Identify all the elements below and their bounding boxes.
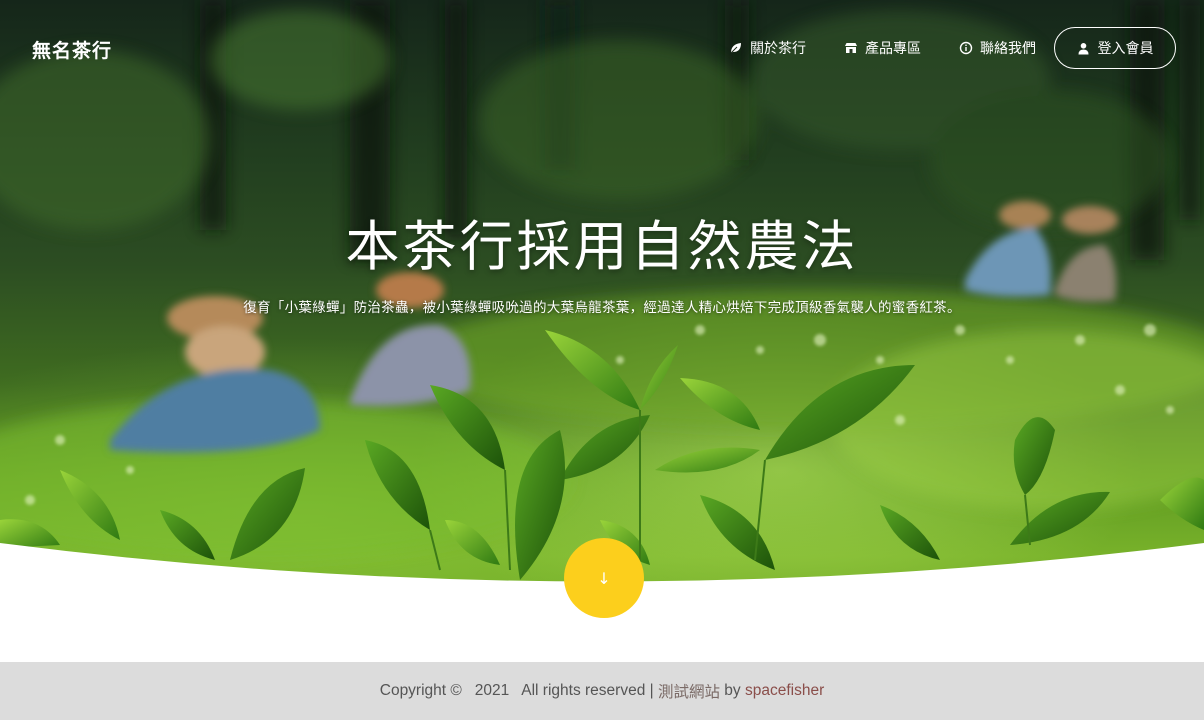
page-footer: Copyright © 2021 All rights reserved | 測… <box>0 662 1204 720</box>
nav-link-products[interactable]: 產品專區 <box>844 27 921 69</box>
user-icon <box>1077 42 1090 55</box>
store-icon <box>844 41 858 55</box>
scroll-down-button[interactable]: ↓ <box>564 538 644 618</box>
nav-menu: 關於茶行 產品專區 聯絡我們 登入會員 <box>691 27 1176 69</box>
login-button-label: 登入會員 <box>1097 41 1154 57</box>
author-link[interactable]: spacefisher <box>745 682 824 700</box>
info-circle-icon <box>959 41 973 55</box>
brand-logo[interactable]: 無名茶行 <box>32 36 112 63</box>
by-text: by <box>719 682 745 699</box>
nav-link-contact[interactable]: 聯絡我們 <box>959 27 1036 69</box>
nav-link-label: 關於茶行 <box>750 41 806 57</box>
login-button[interactable]: 登入會員 <box>1054 27 1176 69</box>
copyright-text: Copyright © 2021 All rights reserved | <box>379 682 658 699</box>
leaf-icon <box>729 41 743 55</box>
hero-title: 本茶行採用自然農法 <box>345 215 859 278</box>
hero-subtitle: 復育「小葉綠蟬」防治茶蟲，被小葉綠蟬吸吮過的大葉烏龍茶葉，經過達人精心烘焙下完成… <box>243 300 961 316</box>
nav-link-label: 聯絡我們 <box>980 41 1036 57</box>
top-navbar: 無名茶行 關於茶行 產品專區 聯絡我們 登入會員 <box>0 0 1204 96</box>
arrow-down-icon: ↓ <box>597 568 611 588</box>
nav-link-about[interactable]: 關於茶行 <box>729 27 806 69</box>
nav-link-label: 產品專區 <box>865 41 921 57</box>
site-label: 測試網站 <box>657 684 720 701</box>
